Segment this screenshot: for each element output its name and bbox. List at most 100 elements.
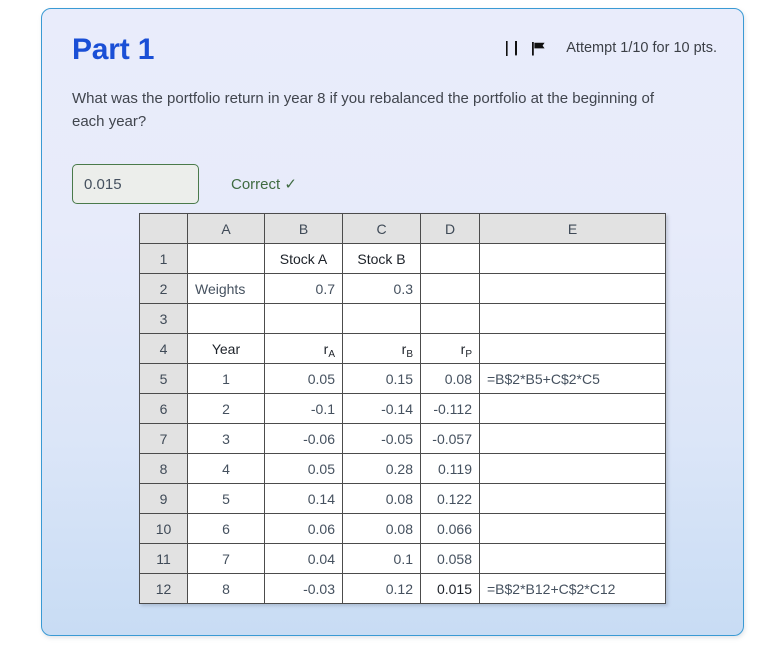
cell-b7[interactable]: -0.06 — [264, 423, 343, 454]
row-header[interactable]: 11 — [139, 543, 188, 574]
flag-icon[interactable] — [532, 41, 546, 56]
cell-d8[interactable]: 0.119 — [420, 453, 480, 484]
cell-b12[interactable]: -0.03 — [264, 573, 343, 604]
cell-a1[interactable] — [187, 243, 265, 274]
table-row: 5 1 0.05 0.15 0.08 =B$2*B5+C$2*C5 — [139, 363, 666, 394]
cell-e1[interactable] — [479, 243, 666, 274]
answer-input[interactable] — [72, 164, 199, 204]
cell-b1[interactable]: Stock A — [264, 243, 343, 274]
row-header[interactable]: 10 — [139, 513, 188, 544]
cell-b8[interactable]: 0.05 — [264, 453, 343, 484]
cell-d6[interactable]: -0.112 — [420, 393, 480, 424]
cell-a6[interactable]: 2 — [187, 393, 265, 424]
column-header-a[interactable]: A — [187, 213, 265, 244]
table-row: 10 6 0.06 0.08 0.066 — [139, 513, 666, 544]
cell-b10[interactable]: 0.06 — [264, 513, 343, 544]
cell-c3[interactable] — [342, 303, 421, 334]
row-header[interactable]: 6 — [139, 393, 188, 424]
cell-d1[interactable] — [420, 243, 480, 274]
cell-a11[interactable]: 7 — [187, 543, 265, 574]
cell-d3[interactable] — [420, 303, 480, 334]
attempt-label: Attempt 1/10 for 10 pts. — [566, 40, 717, 56]
column-header-d[interactable]: D — [420, 213, 480, 244]
cell-a7[interactable]: 3 — [187, 423, 265, 454]
cell-a8[interactable]: 4 — [187, 453, 265, 484]
cell-c1[interactable]: Stock B — [342, 243, 421, 274]
cell-d10[interactable]: 0.066 — [420, 513, 480, 544]
table-row: 12 8 -0.03 0.12 0.015 =B$2*B12+C$2*C12 — [139, 573, 666, 604]
cell-c4[interactable]: rB — [342, 333, 421, 364]
cell-e9[interactable] — [479, 483, 666, 514]
table-row: 9 5 0.14 0.08 0.122 — [139, 483, 666, 514]
cell-b9[interactable]: 0.14 — [264, 483, 343, 514]
cell-e5-formula[interactable]: =B$2*B5+C$2*C5 — [479, 363, 666, 394]
row-header[interactable]: 2 — [139, 273, 188, 304]
column-header-e[interactable]: E — [479, 213, 666, 244]
spreadsheet-container: A B C D E 1 Stock A Stock B 2 Weights 0.… — [139, 213, 666, 604]
cell-a12[interactable]: 8 — [187, 573, 265, 604]
row-header[interactable]: 5 — [139, 363, 188, 394]
cell-d12-answer[interactable]: 0.015 — [420, 573, 480, 604]
cell-a2[interactable]: Weights — [187, 273, 265, 304]
cell-d5[interactable]: 0.08 — [420, 363, 480, 394]
subscript-a: A — [328, 348, 335, 360]
row-header[interactable]: 7 — [139, 423, 188, 454]
table-row: 6 2 -0.1 -0.14 -0.112 — [139, 393, 666, 424]
table-row: 2 Weights 0.7 0.3 — [139, 273, 666, 304]
cell-c2[interactable]: 0.3 — [342, 273, 421, 304]
cell-e2[interactable] — [479, 273, 666, 304]
cell-b11[interactable]: 0.04 — [264, 543, 343, 574]
cell-d2[interactable] — [420, 273, 480, 304]
column-header-c[interactable]: C — [342, 213, 421, 244]
row-header[interactable]: 12 — [139, 573, 188, 604]
subscript-b: B — [406, 348, 413, 360]
table-row: 7 3 -0.06 -0.05 -0.057 — [139, 423, 666, 454]
cell-e4[interactable] — [479, 333, 666, 364]
cell-c7[interactable]: -0.05 — [342, 423, 421, 454]
cell-c12[interactable]: 0.12 — [342, 573, 421, 604]
cell-c11[interactable]: 0.1 — [342, 543, 421, 574]
cell-b5[interactable]: 0.05 — [264, 363, 343, 394]
cell-e7[interactable] — [479, 423, 666, 454]
row-header[interactable]: 4 — [139, 333, 188, 364]
answer-status-correct: Correct ✓ — [231, 176, 297, 193]
row-header[interactable]: 1 — [139, 243, 188, 274]
column-header-row: A B C D E — [139, 213, 666, 244]
cell-c5[interactable]: 0.15 — [342, 363, 421, 394]
cell-b3[interactable] — [264, 303, 343, 334]
table-row: 3 — [139, 303, 666, 334]
cell-d9[interactable]: 0.122 — [420, 483, 480, 514]
row-header[interactable]: 3 — [139, 303, 188, 334]
cell-e6[interactable] — [479, 393, 666, 424]
cell-b4[interactable]: rA — [264, 333, 343, 364]
cell-e8[interactable] — [479, 453, 666, 484]
cell-e3[interactable] — [479, 303, 666, 334]
cell-e11[interactable] — [479, 543, 666, 574]
cell-e10[interactable] — [479, 513, 666, 544]
cell-e12-formula[interactable]: =B$2*B12+C$2*C12 — [479, 573, 666, 604]
book-icon[interactable] — [506, 40, 519, 56]
row-header[interactable]: 9 — [139, 483, 188, 514]
attempt-info: Attempt 1/10 for 10 pts. — [506, 40, 717, 56]
cell-b2[interactable]: 0.7 — [264, 273, 343, 304]
cell-b6[interactable]: -0.1 — [264, 393, 343, 424]
cell-d11[interactable]: 0.058 — [420, 543, 480, 574]
cell-a5[interactable]: 1 — [187, 363, 265, 394]
cell-a9[interactable]: 5 — [187, 483, 265, 514]
column-header-b[interactable]: B — [264, 213, 343, 244]
cell-a10[interactable]: 6 — [187, 513, 265, 544]
spreadsheet-table: A B C D E 1 Stock A Stock B 2 Weights 0.… — [139, 213, 666, 604]
corner-cell — [139, 213, 188, 244]
cell-a3[interactable] — [187, 303, 265, 334]
cell-c10[interactable]: 0.08 — [342, 513, 421, 544]
cell-d7[interactable]: -0.057 — [420, 423, 480, 454]
cell-c8[interactable]: 0.28 — [342, 453, 421, 484]
table-row: 1 Stock A Stock B — [139, 243, 666, 274]
cell-c6[interactable]: -0.14 — [342, 393, 421, 424]
cell-a4[interactable]: Year — [187, 333, 265, 364]
table-row: 11 7 0.04 0.1 0.058 — [139, 543, 666, 574]
cell-d4[interactable]: rP — [420, 333, 480, 364]
cell-c9[interactable]: 0.08 — [342, 483, 421, 514]
row-header[interactable]: 8 — [139, 453, 188, 484]
answer-row: Correct ✓ — [72, 164, 297, 204]
